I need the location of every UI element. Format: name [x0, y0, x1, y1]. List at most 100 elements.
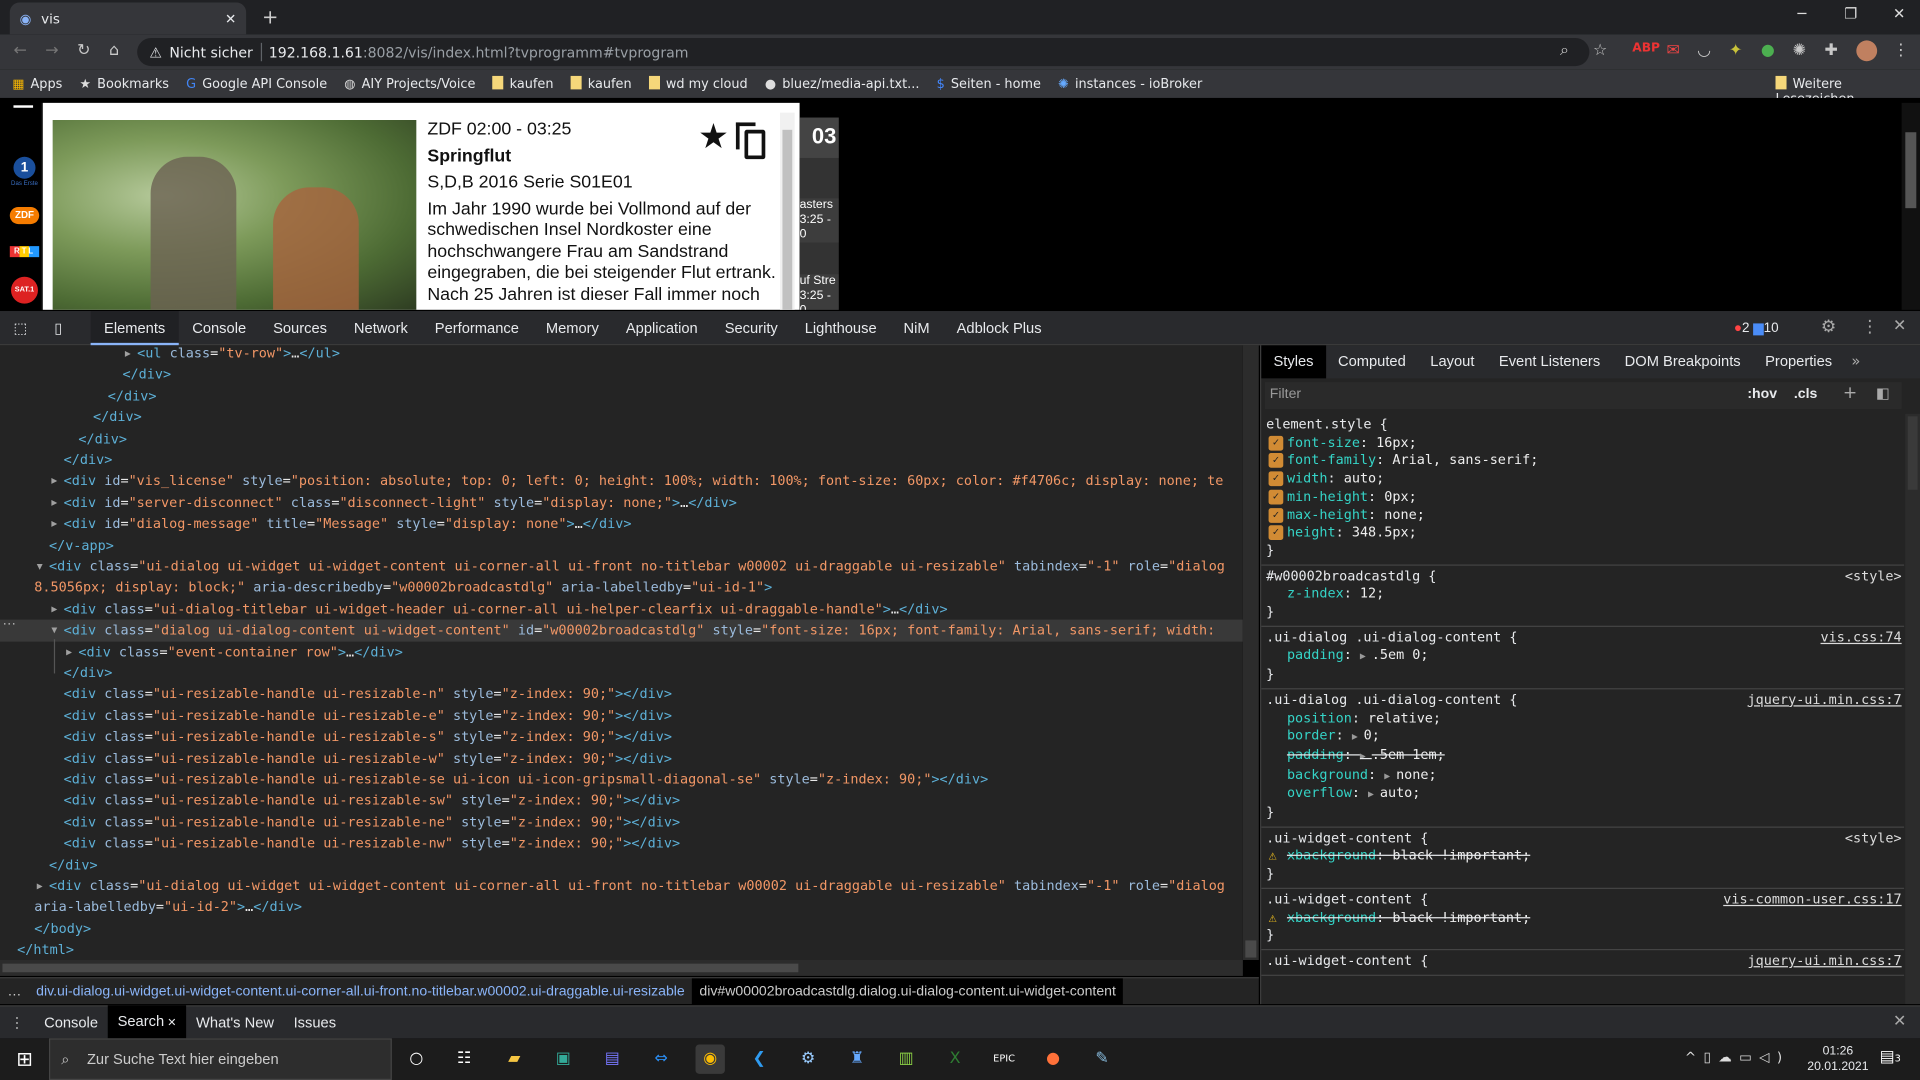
tab-event-listeners[interactable]: Event Listeners: [1487, 345, 1613, 378]
bookmark-item[interactable]: kaufen: [570, 75, 632, 92]
drawer-tab-issues[interactable]: Issues: [284, 1006, 346, 1039]
toggle-sidebar-icon[interactable]: ◧: [1876, 384, 1890, 401]
breadcrumb-more[interactable]: …: [0, 978, 29, 1005]
style-declaration[interactable]: ⚠ xbackground: black !important;: [1266, 909, 1899, 927]
channel-logo-sat1[interactable]: SAT.1: [11, 276, 38, 304]
cortana-icon[interactable]: ○: [402, 1044, 431, 1073]
dom-node-line[interactable]: </div>: [0, 854, 1243, 875]
rule-source-link[interactable]: jquery-ui.min.css:7: [1748, 692, 1902, 710]
expand-triangle-icon[interactable]: ▶: [1368, 789, 1380, 800]
drawer-tab-search[interactable]: Search ✕: [107, 1005, 187, 1040]
dom-node-line[interactable]: <div class="ui-resizable-handle ui-resiz…: [0, 790, 1243, 811]
back-button[interactable]: ←: [13, 42, 26, 60]
settings-gear-icon[interactable]: ⚙: [1821, 317, 1836, 337]
tab-performance[interactable]: Performance: [421, 310, 532, 344]
more-tabs-icon[interactable]: »: [1851, 353, 1860, 370]
expand-triangle-icon[interactable]: ▶: [1384, 770, 1396, 781]
dom-node-line[interactable]: <div class="ui-resizable-handle ui-resiz…: [0, 748, 1243, 769]
program-cell[interactable]: asters 3:25 - 0: [799, 198, 839, 243]
expand-triangle-icon[interactable]: ▶: [1360, 651, 1372, 662]
taskbar-clock[interactable]: 01:26 20.01.2021: [1807, 1043, 1868, 1075]
style-declaration[interactable]: ✓ max-height: none;: [1266, 506, 1899, 524]
bookmark-star-icon[interactable]: ☆: [1593, 42, 1607, 60]
tab-memory[interactable]: Memory: [532, 310, 612, 344]
file-explorer-icon[interactable]: ▰: [500, 1044, 529, 1073]
dom-node-line[interactable]: 8.5056px; display: block;" aria-describe…: [0, 577, 1243, 598]
extensions-puzzle-icon[interactable]: ✚: [1824, 42, 1837, 60]
tab-elements[interactable]: Elements: [90, 310, 179, 345]
copy-icon[interactable]: [735, 122, 768, 160]
steam-icon[interactable]: ⚙: [793, 1044, 822, 1073]
collapsed-triangle-icon[interactable]: ▶: [51, 492, 57, 513]
tab-styles[interactable]: Styles: [1261, 345, 1326, 379]
close-window-button[interactable]: ✕: [1893, 5, 1905, 22]
bookmark-item[interactable]: $ Seiten - home: [937, 77, 1041, 92]
breadcrumb-item[interactable]: div#w00002broadcastdlg.dialog.ui-dialog-…: [692, 977, 1124, 1005]
expand-triangle-icon[interactable]: ▶: [1360, 751, 1372, 762]
tab-network[interactable]: Network: [340, 310, 421, 344]
notification-center-icon[interactable]: ▤3: [1880, 1048, 1901, 1066]
system-tray-icons[interactable]: ^▯☁▭◁): [1685, 1049, 1790, 1065]
gmail-icon[interactable]: ✉: [1667, 42, 1680, 60]
dom-node-line[interactable]: </div>: [0, 407, 1243, 428]
close-tab-icon[interactable]: ✕: [164, 1016, 176, 1028]
dom-node-line[interactable]: ▶ <div class="event-container row">…</div…: [0, 641, 1243, 662]
dom-node-line[interactable]: </div>: [0, 449, 1243, 470]
tab-security[interactable]: Security: [711, 310, 791, 344]
task-view-icon[interactable]: ☷: [449, 1044, 478, 1073]
device-toolbar-icon[interactable]: ▯: [41, 310, 76, 344]
style-declaration[interactable]: border: ▶ 0;: [1266, 728, 1899, 747]
bookmark-item[interactable]: wd my cloud: [648, 75, 748, 92]
bookmark-item[interactable]: ★ Bookmarks: [79, 77, 169, 92]
minimize-button[interactable]: ─: [1798, 5, 1807, 22]
menu-icon[interactable]: [13, 105, 34, 108]
bookmark-item[interactable]: kaufen: [492, 75, 553, 92]
expand-triangle-icon[interactable]: ▶: [1352, 731, 1364, 742]
dom-node-line[interactable]: ▶ <div id="vis_license" style="position: …: [0, 471, 1243, 492]
bookmark-item[interactable]: G Google API Console: [186, 77, 327, 92]
extension-icon[interactable]: ●: [1761, 42, 1775, 60]
inspect-element-icon[interactable]: ⬚: [0, 310, 41, 344]
collapsed-triangle-icon[interactable]: ▶: [66, 641, 72, 662]
zoom-icon[interactable]: ⌕: [1560, 42, 1569, 60]
dom-node-line[interactable]: </div>: [0, 385, 1243, 406]
style-declaration[interactable]: ⚠ xbackground: black !important;: [1266, 848, 1899, 866]
bookmark-item[interactable]: ▦ Apps: [12, 77, 62, 92]
extension-icon[interactable]: ✦: [1729, 42, 1742, 60]
dialog-scrollbar[interactable]: [780, 112, 795, 310]
tab-layout[interactable]: Layout: [1418, 345, 1487, 378]
drawer-menu-icon[interactable]: ⋮: [0, 1006, 34, 1039]
more-actions-icon[interactable]: ⋯: [2, 616, 15, 632]
extension-icon[interactable]: ✺: [1793, 42, 1806, 60]
tab-lighthouse[interactable]: Lighthouse: [791, 310, 890, 344]
checkbox-checked-icon[interactable]: ✓: [1268, 525, 1284, 541]
bookmark-item[interactable]: ✺ instances - ioBroker: [1058, 77, 1202, 92]
expanded-triangle-icon[interactable]: ▼: [37, 556, 43, 577]
tab-dom-breakpoints[interactable]: DOM Breakpoints: [1612, 345, 1752, 378]
tab-properties[interactable]: Properties: [1753, 345, 1844, 378]
windows-start-icon[interactable]: ⊞: [10, 1044, 39, 1073]
collapsed-triangle-icon[interactable]: ▶: [125, 345, 131, 364]
rule-source-link[interactable]: jquery-ui.min.css:7: [1748, 953, 1902, 971]
dom-node-line[interactable]: <div class="ui-resizable-handle ui-resiz…: [0, 684, 1243, 705]
app-icon[interactable]: ▣: [549, 1044, 578, 1073]
tab-application[interactable]: Application: [612, 310, 711, 344]
close-devtools-icon[interactable]: ✕: [1893, 317, 1906, 335]
issue-counters[interactable]: ●2 ▆10: [1734, 320, 1779, 336]
checkbox-checked-icon[interactable]: ✓: [1268, 453, 1284, 469]
collapsed-triangle-icon[interactable]: ▶: [51, 513, 57, 534]
notepad-icon[interactable]: ▥: [891, 1044, 920, 1073]
tab-nim[interactable]: NiM: [890, 310, 943, 344]
forward-button[interactable]: →: [45, 42, 58, 60]
dom-node-line[interactable]: </div>: [0, 428, 1243, 449]
drawer-tab-what-s-new[interactable]: What's New: [186, 1006, 284, 1039]
style-declaration[interactable]: ✓ width: auto;: [1266, 470, 1899, 488]
app-icon[interactable]: ♜: [842, 1044, 871, 1073]
style-declaration[interactable]: padding: ▶ .5em 0;: [1266, 647, 1899, 666]
bookmark-item[interactable]: ◍ AIY Projects/Voice: [344, 77, 475, 92]
style-declaration[interactable]: overflow: ▶ auto;: [1266, 785, 1899, 804]
checkbox-checked-icon[interactable]: ✓: [1268, 489, 1284, 505]
taskbar-search-input[interactable]: ⌕ Zur Suche Text hier eingeben: [48, 1038, 392, 1080]
tab-adblock-plus[interactable]: Adblock Plus: [943, 310, 1055, 344]
dom-node-line[interactable]: <div class="ui-resizable-handle ui-resiz…: [0, 726, 1243, 747]
